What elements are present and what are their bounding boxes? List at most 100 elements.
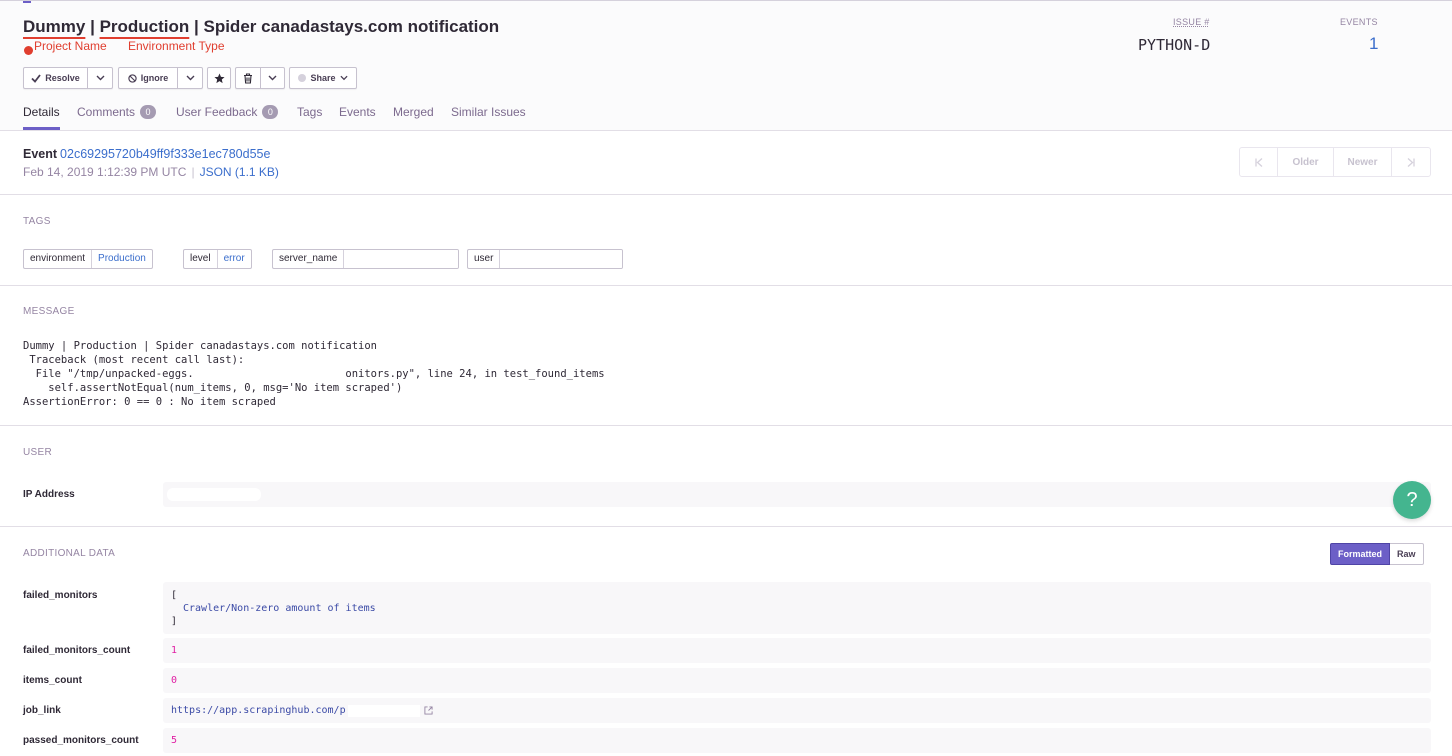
title-rest: | Spider canadastays.com notification [189, 17, 500, 36]
first-page-icon [1254, 157, 1262, 167]
bookmark-button[interactable] [207, 67, 231, 89]
message-body: Dummy | Production | Spider canadastays.… [23, 339, 605, 409]
data-key-failed-monitors-count: failed_monitors_count [23, 645, 131, 656]
title-separator: | [85, 17, 100, 36]
resolve-button[interactable]: Resolve [23, 67, 88, 89]
issue-title: Dummy | Production | Spider canadastays.… [23, 17, 499, 37]
data-value-items-count: 0 [163, 668, 1431, 693]
check-icon [31, 73, 41, 83]
tag-server-name[interactable]: server_name [272, 249, 459, 269]
tab-details[interactable]: Details [23, 105, 60, 130]
message-line: File "/tmp/unpacked-eggs. onitors.py", l… [23, 368, 605, 380]
share-status-icon [298, 74, 307, 82]
data-key-failed-monitors: failed_monitors [23, 590, 98, 601]
data-value-job-link: https://app.scrapinghub.com/p [163, 698, 1431, 723]
share-button[interactable]: Share [289, 67, 357, 89]
number-value: 0 [171, 675, 178, 686]
external-link-icon[interactable] [424, 706, 433, 715]
chevron-down-icon [268, 75, 277, 81]
newer-event-button[interactable]: Newer [1334, 148, 1392, 176]
message-heading: MESSAGE [23, 306, 75, 317]
comments-count-badge: 0 [140, 105, 157, 119]
tag-user[interactable]: user [467, 249, 623, 269]
format-toggle: Formatted Raw [1330, 543, 1424, 565]
event-summary: Event 02c69295720b49ff9f333e1ec780d55e Fe… [0, 131, 1452, 195]
trash-icon [244, 72, 252, 84]
event-id-link[interactable]: 02c69295720b49ff9f333e1ec780d55e [60, 147, 270, 161]
ip-address-value [163, 482, 1431, 507]
data-value-failed-monitors: [ Crawler/Non-zero amount of items ] [163, 582, 1431, 634]
tag-value[interactable]: error [218, 250, 251, 268]
tag-key: server_name [273, 250, 345, 268]
bracket-open: [ [171, 590, 178, 601]
ignore-dropdown-button[interactable] [178, 67, 203, 89]
data-value-passed-monitors-count: 5 [163, 728, 1431, 753]
annotation-environment-type: Environment Type [128, 39, 225, 53]
older-event-button[interactable]: Older [1278, 148, 1334, 176]
tab-label: Similar Issues [451, 105, 526, 119]
tab-tags[interactable]: Tags [297, 105, 322, 119]
event-label: Event [23, 147, 58, 161]
failed-monitor-item: Crawler/Non-zero amount of items [183, 603, 376, 614]
message-line: Traceback (most recent call last): [23, 354, 245, 366]
tab-similar-issues[interactable]: Similar Issues [451, 105, 526, 119]
tab-label: Merged [393, 105, 434, 119]
tab-events[interactable]: Events [339, 105, 376, 119]
issue-number-value: PYTHON-D [1138, 36, 1211, 54]
first-event-button[interactable] [1240, 148, 1278, 176]
ignore-label: Ignore [140, 73, 169, 83]
event-pager: Older Newer [1239, 147, 1431, 177]
section-divider [0, 285, 1452, 286]
tab-user-feedback[interactable]: User Feedback 0 [176, 105, 279, 119]
share-label: Share [310, 73, 336, 83]
raw-button[interactable]: Raw [1390, 543, 1424, 565]
tag-value-redacted[interactable] [344, 250, 458, 268]
delete-dropdown-button[interactable] [261, 67, 285, 89]
date-separator: | [191, 165, 195, 179]
formatted-button[interactable]: Formatted [1330, 543, 1391, 565]
annotation-project-name: Project Name [34, 39, 107, 53]
message-line: self.assertNotEqual(num_items, 0, msg='N… [23, 382, 403, 394]
additional-data-heading: ADDITIONAL DATA [23, 548, 116, 559]
title-environment: Production [99, 17, 190, 36]
tag-value-redacted[interactable] [500, 250, 622, 268]
event-heading: Event 02c69295720b49ff9f333e1ec780d55e [23, 147, 270, 161]
star-icon [213, 72, 225, 83]
issue-number-label: ISSUE # [1173, 17, 1210, 27]
tag-value[interactable]: Production [92, 250, 152, 268]
job-link-url[interactable]: https://app.scrapinghub.com/p [171, 705, 346, 716]
delete-button[interactable] [235, 67, 261, 89]
tab-merged[interactable]: Merged [393, 105, 434, 119]
chevron-down-icon [186, 75, 194, 81]
event-date-row: Feb 14, 2019 1:12:39 PM UTC | JSON (1.1 KB… [23, 165, 279, 179]
message-line: Dummy | Production | Spider canadastays.… [23, 340, 378, 352]
user-heading: USER [23, 447, 52, 458]
events-count[interactable]: 1 [1369, 34, 1378, 54]
tab-label: Details [23, 105, 60, 119]
section-divider [0, 425, 1452, 426]
feedback-count-badge: 0 [262, 105, 279, 119]
ip-address-label: IP Address [23, 489, 75, 500]
tag-environment[interactable]: environment Production [23, 249, 153, 269]
tags-heading: TAGS [23, 216, 51, 227]
last-event-button[interactable] [1392, 148, 1430, 176]
event-date: Feb 14, 2019 1:12:39 PM UTC [23, 165, 187, 179]
issue-header: Dummy | Production | Spider canadastays.… [0, 0, 1452, 131]
tab-label: Events [339, 105, 376, 119]
ignore-button[interactable]: Ignore [118, 67, 178, 89]
data-value-failed-monitors-count: 1 [163, 638, 1431, 663]
help-button[interactable]: ? [1393, 481, 1431, 519]
tag-key: level [184, 250, 218, 268]
chevron-down-icon [339, 75, 348, 81]
tab-label: Tags [297, 105, 323, 119]
data-key-items-count: items_count [23, 675, 82, 686]
bracket-close: ] [171, 616, 178, 627]
tag-level[interactable]: level error [183, 249, 252, 269]
resolve-dropdown-button[interactable] [88, 67, 113, 89]
title-project: Dummy [23, 17, 86, 36]
tab-comments[interactable]: Comments 0 [77, 105, 157, 119]
events-label: EVENTS [1340, 17, 1378, 27]
json-link[interactable]: JSON (1.1 KB) [200, 165, 279, 179]
message-line: AssertionError: 0 == 0 : No item scraped [23, 396, 276, 408]
tab-label: Comments [77, 105, 136, 119]
